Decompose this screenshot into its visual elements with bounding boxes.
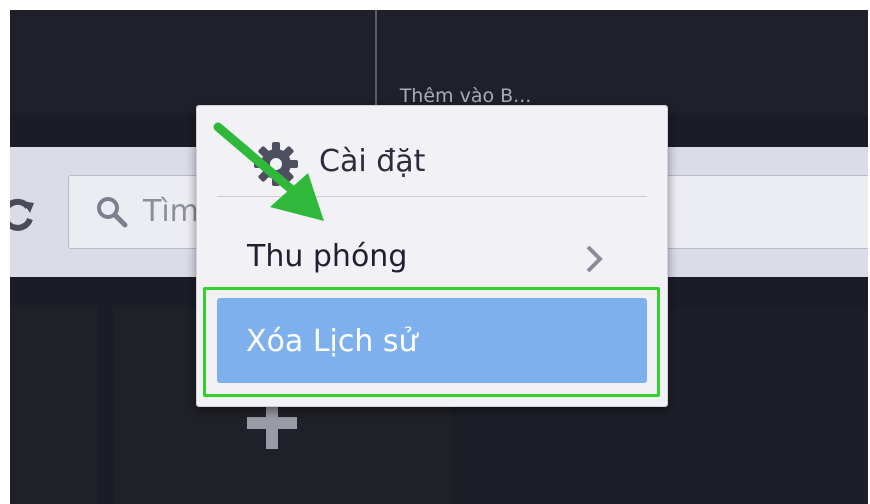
speed-dial-tile[interactable] — [554, 10, 868, 115]
tile-caption: Thêm vào B... — [399, 85, 532, 107]
menu-item-zoom[interactable]: Thu phóng — [197, 211, 667, 296]
speed-dial-tile[interactable] — [10, 10, 376, 115]
menu-item-label: Thu phóng — [247, 239, 408, 274]
search-placeholder: Tìm — [143, 194, 199, 229]
menu-item-label: Xóa Lịch sử — [246, 324, 418, 359]
context-menu: Cài đặt Thu phóng Xóa Lịch sử — [196, 105, 668, 407]
speed-dial-tile-add-bookmark[interactable]: Thêm vào B... — [376, 10, 555, 115]
menu-item-settings[interactable]: Cài đặt — [197, 120, 667, 195]
menu-divider — [217, 196, 647, 197]
menu-item-clear-history[interactable]: Xóa Lịch sử — [217, 298, 647, 383]
chevron-right-icon — [586, 245, 603, 273]
reload-icon[interactable] — [10, 197, 36, 233]
gear-icon — [254, 142, 298, 186]
menu-item-label: Cài đặt — [319, 144, 426, 179]
search-icon — [97, 197, 128, 228]
speed-dial-tile[interactable] — [10, 307, 98, 504]
